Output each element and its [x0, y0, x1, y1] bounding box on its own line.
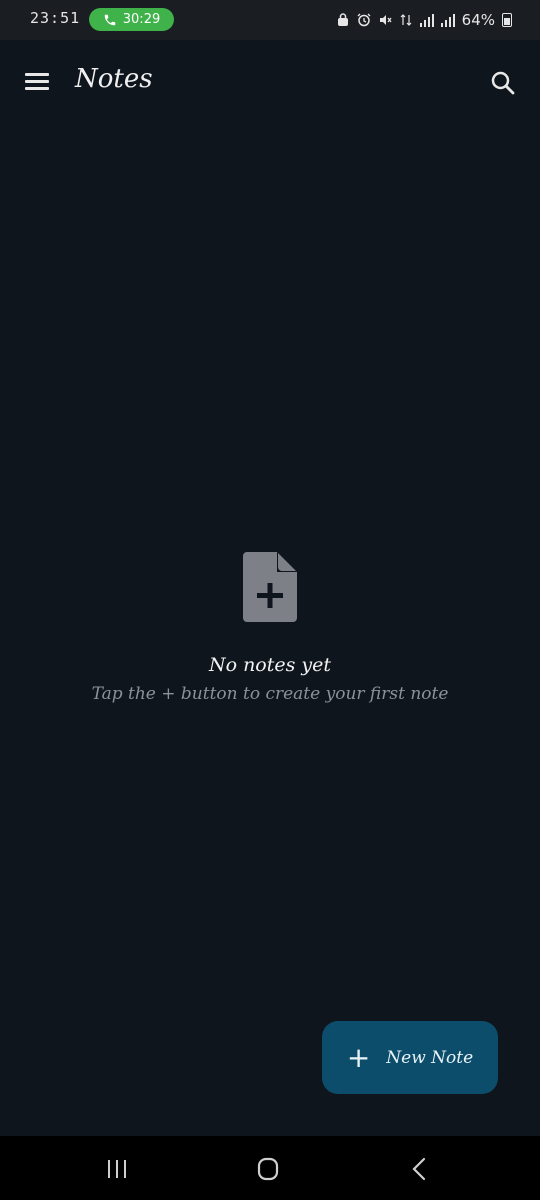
call-timer: 30:29 [122, 12, 161, 27]
ongoing-call-pill[interactable]: 30:29 [89, 8, 174, 31]
phone-icon [104, 14, 116, 25]
note-add-icon [243, 552, 297, 622]
battery-percent: 64% [461, 11, 495, 29]
signal-icon-sim1 [419, 13, 434, 27]
empty-state-title: No notes yet [208, 654, 332, 676]
plus-icon: + [346, 1040, 371, 1074]
home-icon[interactable] [248, 1156, 288, 1182]
recent-apps-icon[interactable] [97, 1156, 137, 1182]
empty-state-subtitle: Tap the + button to create your first no… [91, 684, 449, 704]
data-transfer-icon [400, 14, 412, 26]
hamburger-menu-icon[interactable] [25, 73, 49, 91]
app-bar: Notes [0, 40, 540, 124]
alarm-icon [357, 13, 371, 27]
signal-icon-sim2 [440, 13, 455, 27]
status-time: 23:51 [30, 9, 81, 27]
new-note-button[interactable]: + New Note [322, 1021, 498, 1094]
system-nav-bar [0, 1136, 540, 1200]
battery-icon [502, 13, 512, 27]
new-note-label: New Note [386, 1047, 474, 1068]
mute-icon [379, 15, 392, 25]
search-icon[interactable] [490, 70, 516, 96]
status-bar: 23:51 30:29 64% [0, 0, 540, 40]
back-icon[interactable] [400, 1156, 440, 1182]
empty-state: No notes yet Tap the + button to create … [0, 550, 540, 704]
page-title: Notes [75, 64, 153, 94]
status-icons: 64% [336, 8, 512, 32]
lock-icon [337, 13, 348, 26]
